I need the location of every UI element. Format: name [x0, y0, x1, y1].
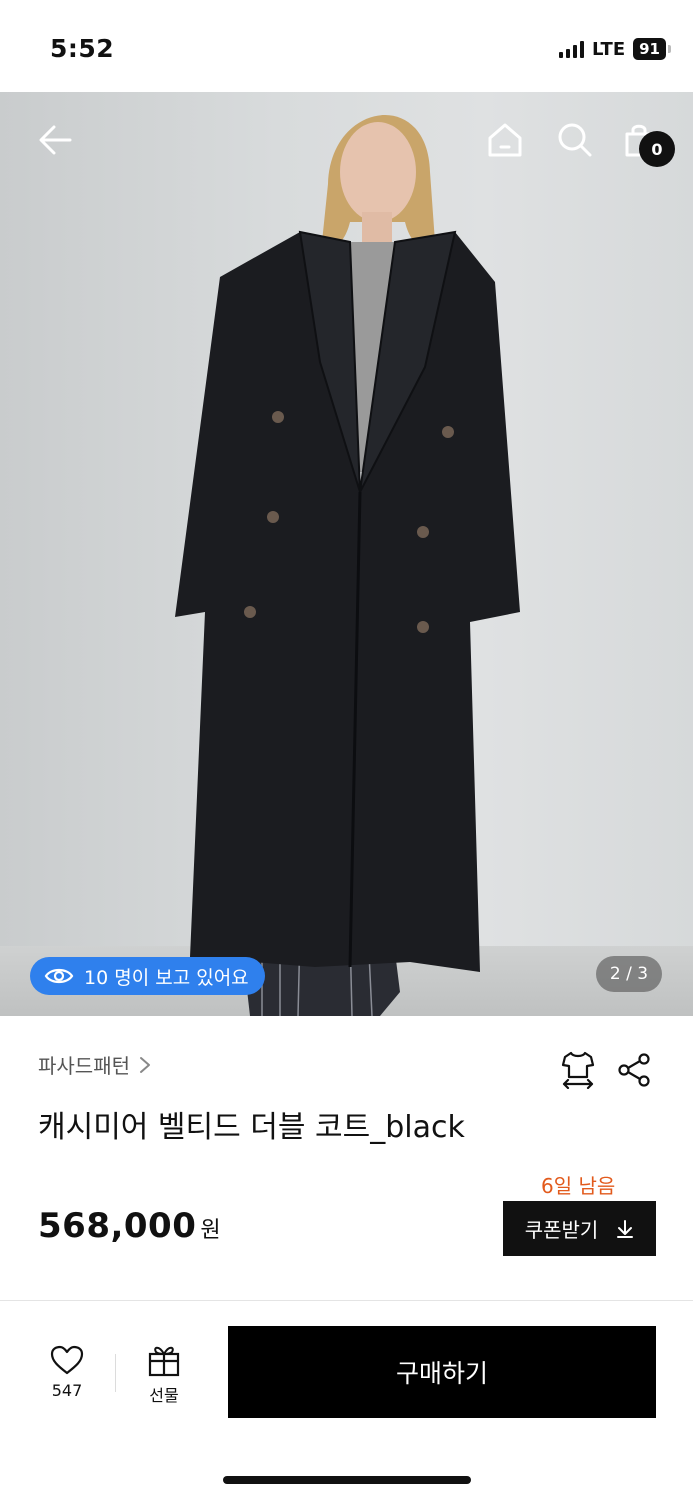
heart-icon — [50, 1345, 84, 1375]
search-icon — [558, 123, 592, 157]
price: 568,000 원 — [38, 1206, 221, 1246]
home-button[interactable] — [481, 116, 529, 164]
coupon-days-left: 6일 남음 — [541, 1174, 616, 1198]
product-image[interactable]: 10 명이 보고 있어요 2 / 3 — [0, 92, 693, 1016]
signal-icon — [559, 40, 585, 58]
download-icon — [617, 1219, 634, 1238]
viewers-badge: 10 명이 보고 있어요 — [30, 957, 265, 995]
coupon-download-button[interactable]: 쿠폰받기 — [503, 1201, 656, 1256]
like-count: 547 — [51, 1381, 83, 1400]
status-time: 5:52 — [50, 34, 115, 63]
search-button[interactable] — [551, 116, 599, 164]
size-guide-button[interactable] — [558, 1048, 598, 1090]
chevron-right-icon — [140, 1056, 150, 1073]
home-icon — [488, 123, 522, 157]
brand-name: 파사드패턴 — [38, 1054, 130, 1078]
gift-button[interactable]: 선물 — [132, 1343, 196, 1406]
bottom-bar-separator — [115, 1354, 116, 1392]
size-guide-icon — [561, 1051, 595, 1089]
model-wearing-coat-image — [175, 114, 520, 1016]
viewers-text: 10 명이 보고 있어요 — [84, 966, 249, 989]
home-indicator — [223, 1476, 471, 1484]
back-button[interactable] — [32, 116, 80, 164]
price-value: 568,000 — [38, 1206, 197, 1246]
product-title: 캐시미어 벨티드 더블 코트_black — [38, 1110, 465, 1145]
battery-icon: 91 — [633, 38, 671, 60]
arrow-left-icon — [39, 125, 72, 155]
gift-label: 선물 — [149, 1386, 179, 1405]
brand-link[interactable]: 파사드패턴 — [38, 1050, 152, 1079]
section-divider — [0, 1300, 693, 1301]
coupon-label: 쿠폰받기 — [524, 1218, 599, 1242]
eye-icon — [44, 968, 74, 984]
like-button[interactable]: 547 — [34, 1345, 100, 1400]
image-page-indicator: 2 / 3 — [596, 956, 662, 992]
price-unit: 원 — [200, 1218, 221, 1243]
network-label: LTE — [592, 38, 626, 60]
share-button[interactable] — [614, 1050, 654, 1090]
battery-level: 91 — [633, 38, 666, 60]
status-indicators: LTE 91 — [559, 38, 671, 60]
cart-count-badge: 0 — [639, 131, 675, 167]
buy-button[interactable]: 구매하기 — [228, 1326, 656, 1418]
share-icon — [618, 1053, 650, 1087]
gift-icon — [148, 1346, 180, 1377]
status-bar: 5:52 LTE 91 — [0, 0, 693, 92]
